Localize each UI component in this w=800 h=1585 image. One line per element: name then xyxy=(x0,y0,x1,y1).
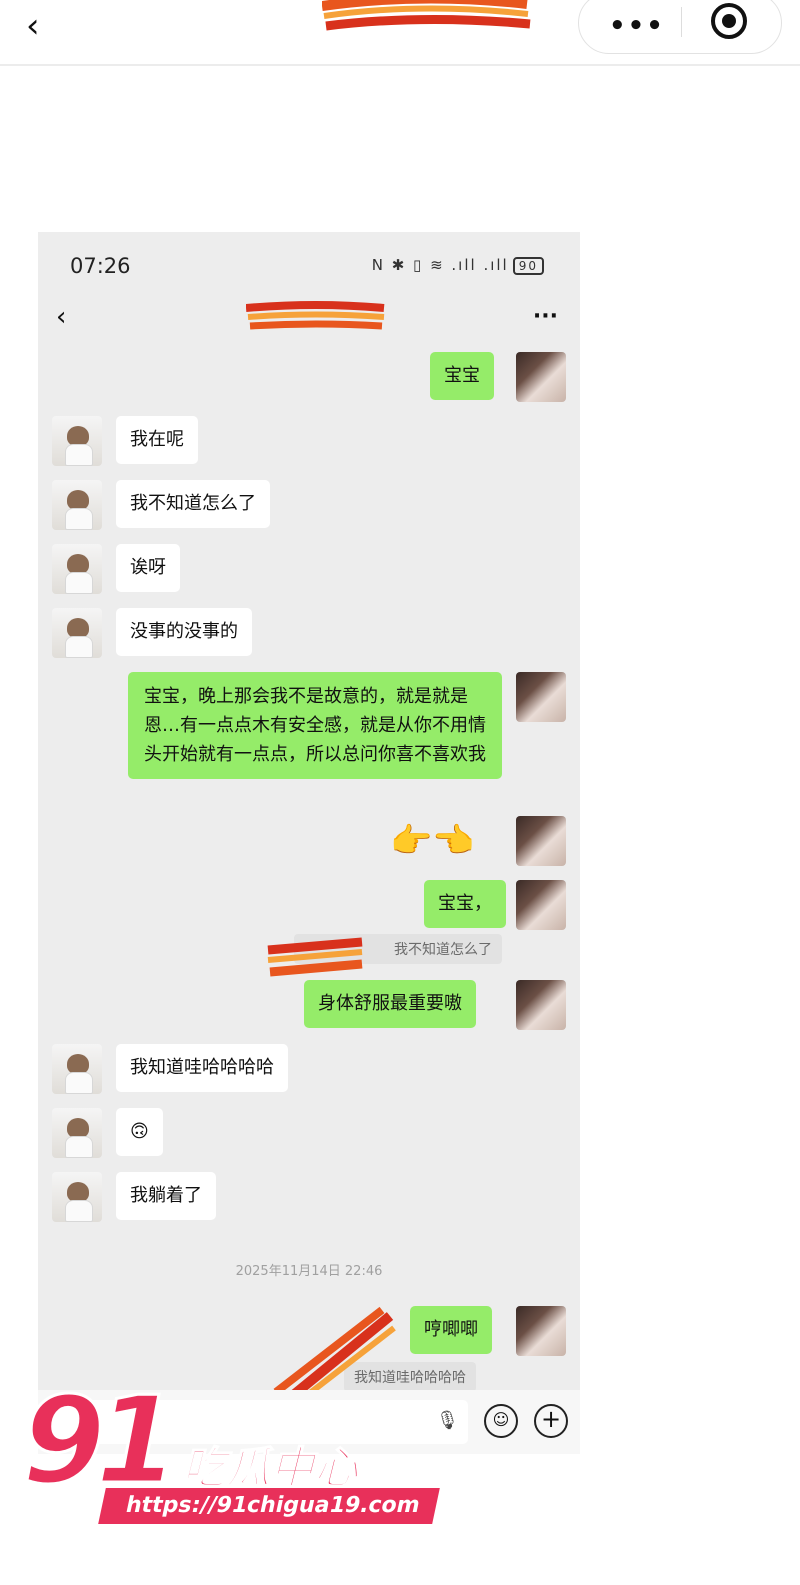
message-bubble-mine[interactable]: 哼唧唧 xyxy=(410,1306,492,1354)
message-bubble-theirs[interactable]: 我躺着了 xyxy=(116,1172,216,1220)
message-bubble-mine[interactable]: 宝宝， xyxy=(424,880,506,928)
message-bubble-mine[interactable]: 宝宝 xyxy=(430,352,494,400)
contact-avatar[interactable] xyxy=(52,1108,102,1158)
message-bubble-theirs[interactable]: 我知道哇哈哈哈哈 xyxy=(116,1044,288,1092)
message-bubble-mine[interactable]: 身体舒服最重要嗷 xyxy=(304,980,476,1028)
target-icon[interactable] xyxy=(711,3,747,39)
status-time: 07:26 xyxy=(70,254,131,278)
message-bubble-theirs[interactable]: 我不知道怎么了 xyxy=(116,480,270,528)
capsule-divider xyxy=(681,7,682,37)
emoji-icon[interactable]: ☺ xyxy=(484,1404,518,1438)
my-avatar[interactable] xyxy=(516,672,566,722)
message-bubble-theirs[interactable]: 🙃 xyxy=(116,1108,163,1156)
status-icons: N ✱ ▯ ≋ .ıll .ıll 90 xyxy=(372,256,544,275)
redaction-scribble xyxy=(322,0,531,31)
status-bar: 07:26 N ✱ ▯ ≋ .ıll .ıll 90 xyxy=(38,232,580,294)
chat-timestamp: 2025年11月14日 22:46 xyxy=(235,1264,383,1279)
my-avatar[interactable] xyxy=(516,880,566,930)
contact-avatar[interactable] xyxy=(52,1172,102,1222)
message-bubble-theirs[interactable]: 没事的没事的 xyxy=(116,608,252,656)
my-avatar[interactable] xyxy=(516,352,566,402)
my-avatar[interactable] xyxy=(516,1306,566,1356)
battery-icon: 90 xyxy=(512,257,544,275)
plus-icon[interactable]: + xyxy=(534,1404,568,1438)
my-avatar[interactable] xyxy=(516,816,566,866)
my-avatar[interactable] xyxy=(516,980,566,1030)
watermark-logo: 91 吃瓜中心 https://91chigua19.com xyxy=(21,1371,440,1536)
watermark-name: 吃瓜中心 xyxy=(181,1442,359,1495)
message-bubble-mine[interactable]: 宝宝，晚上那会我不是故意的，就是就是恩…有一点点木有安全感，就是从你不用情头开始… xyxy=(128,672,502,779)
chevron-left-icon[interactable]: ‹ xyxy=(26,6,40,46)
mini-program-header: ‹ ••• xyxy=(0,0,800,66)
redaction-scribble xyxy=(267,937,363,977)
chat-header: ‹ ··· xyxy=(38,294,580,350)
chevron-left-icon[interactable]: ‹ xyxy=(56,302,66,332)
message-bubble-theirs[interactable]: 我在呢 xyxy=(116,416,198,464)
redaction-scribble xyxy=(246,301,385,330)
watermark-url: https://91chigua19.com xyxy=(98,1488,440,1524)
contact-avatar[interactable] xyxy=(52,544,102,594)
contact-avatar[interactable] xyxy=(52,608,102,658)
capsule-menu: ••• xyxy=(578,0,782,54)
mic-icon[interactable]: 🎙 xyxy=(436,1410,459,1431)
contact-avatar[interactable] xyxy=(52,416,102,466)
chat-screenshot: 07:26 N ✱ ▯ ≋ .ıll .ıll 90 ‹ ··· 宝宝 我在呢 我… xyxy=(38,232,580,1454)
emoji-sticker[interactable]: 👉👈 xyxy=(390,816,475,866)
more-dots-icon[interactable]: ••• xyxy=(609,11,665,41)
contact-avatar[interactable] xyxy=(52,1044,102,1094)
message-bubble-theirs[interactable]: 诶呀 xyxy=(116,544,180,592)
contact-avatar[interactable] xyxy=(52,480,102,530)
chat-more-icon[interactable]: ··· xyxy=(533,304,558,329)
